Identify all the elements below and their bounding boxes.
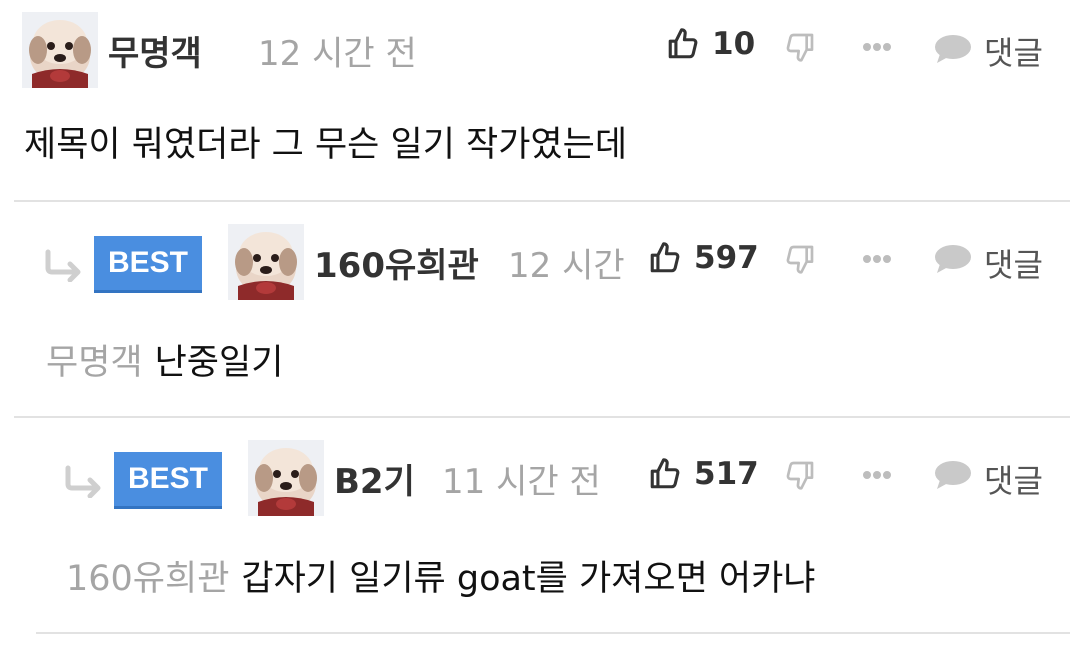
timestamp: 12 시간 — [508, 246, 625, 286]
best-badge: BEST — [94, 236, 202, 293]
like-button[interactable]: 517 — [648, 456, 759, 492]
avatar[interactable] — [228, 224, 304, 300]
comment-body: 제목이 뭐였더라 그 무슨 일기 작가였는데 — [24, 125, 628, 165]
divider — [36, 632, 1070, 634]
speech-bubble-icon[interactable] — [934, 460, 972, 490]
more-dots-icon[interactable] — [862, 470, 892, 480]
avatar[interactable] — [248, 440, 324, 516]
mention[interactable]: 무명객 — [46, 343, 143, 383]
like-count: 10 — [712, 26, 756, 62]
reply-arrow-icon — [65, 465, 101, 498]
timestamp: 11 시간 전 — [442, 462, 601, 502]
divider — [14, 200, 1070, 202]
like-button[interactable]: 10 — [666, 26, 755, 62]
more-dots-icon[interactable] — [862, 254, 892, 264]
avatar[interactable] — [22, 12, 98, 88]
thumbs-up-icon — [650, 458, 680, 489]
reply-button[interactable]: 댓글 — [984, 240, 1043, 286]
reply-button[interactable]: 댓글 — [984, 28, 1043, 74]
thumbs-up-icon — [668, 28, 698, 59]
divider — [14, 416, 1070, 418]
like-button[interactable]: 597 — [648, 240, 759, 276]
comment-body: 무명객 난중일기 — [46, 334, 283, 385]
nickname[interactable]: 160유희관 — [314, 238, 479, 287]
comment-text: 갑자기 일기류 goat를 가져오면 어카냐 — [241, 559, 816, 599]
like-count: 597 — [694, 240, 759, 276]
thumbs-down-icon[interactable] — [784, 458, 816, 492]
mention[interactable]: 160유희관 — [66, 559, 229, 599]
speech-bubble-icon[interactable] — [934, 244, 972, 274]
speech-bubble-icon[interactable] — [934, 34, 972, 64]
thumbs-down-icon[interactable] — [784, 242, 816, 276]
comment-body: 160유희관 갑자기 일기류 goat를 가져오면 어카냐 — [66, 550, 816, 601]
reply-button[interactable]: 댓글 — [984, 456, 1043, 502]
nickname[interactable]: B2기 — [334, 454, 415, 503]
nickname[interactable]: 무명객 — [108, 26, 202, 75]
best-badge: BEST — [114, 452, 222, 509]
like-count: 517 — [694, 456, 759, 492]
reply-arrow-icon — [45, 249, 81, 282]
more-dots-icon[interactable] — [862, 42, 892, 52]
comment-text: 난중일기 — [154, 343, 284, 383]
timestamp: 12 시간 전 — [258, 34, 417, 74]
thumbs-down-icon[interactable] — [784, 30, 816, 64]
thumbs-up-icon — [650, 242, 680, 273]
